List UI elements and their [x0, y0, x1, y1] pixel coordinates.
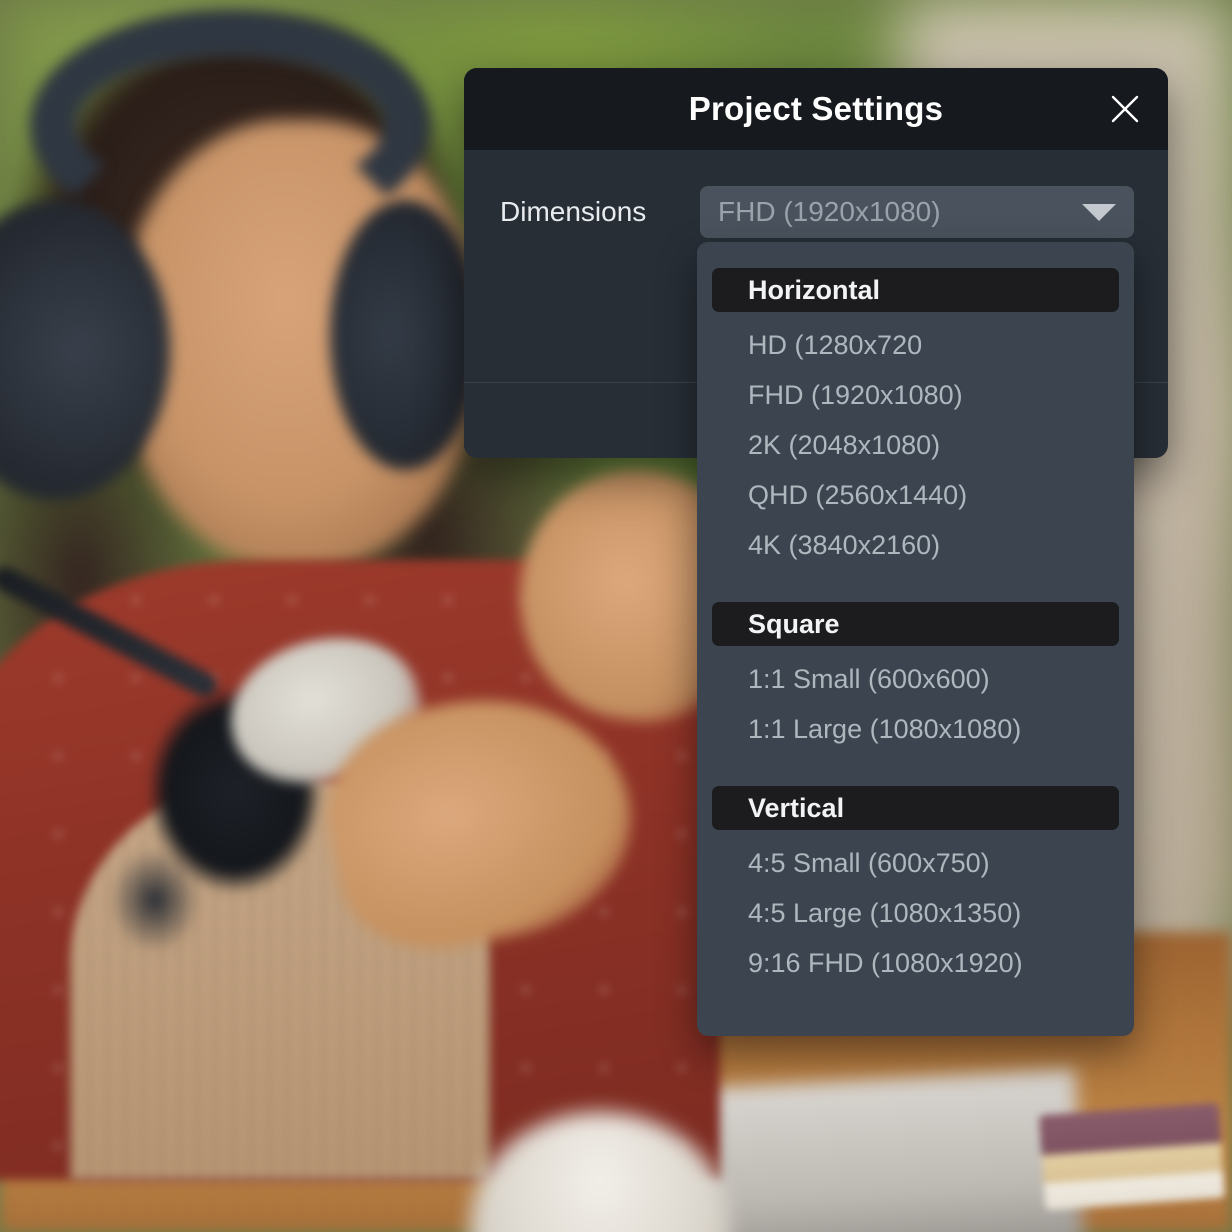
close-button[interactable] — [1102, 86, 1148, 132]
dropdown-option[interactable]: FHD (1920x1080) — [712, 370, 1119, 420]
dropdown-group-header: Vertical — [712, 786, 1119, 830]
dropdown-option[interactable]: QHD (2560x1440) — [712, 470, 1119, 520]
dropdown-option[interactable]: HD (1280x720 — [712, 320, 1119, 370]
dropdown-option[interactable]: 4K (3840x2160) — [712, 520, 1119, 570]
dropdown-option[interactable]: 1:1 Small (600x600) — [712, 654, 1119, 704]
close-icon — [1111, 95, 1139, 123]
background-books — [1038, 1102, 1226, 1211]
dimensions-dropdown-menu[interactable]: Horizontal HD (1280x720 FHD (1920x1080) 2K … — [697, 242, 1134, 1036]
chevron-down-icon — [1082, 203, 1116, 221]
dropdown-group-list: 1:1 Small (600x600) 1:1 Large (1080x1080) — [712, 646, 1119, 754]
dropdown-option[interactable]: 2K (2048x1080) — [712, 420, 1119, 470]
dropdown-group-header: Horizontal — [712, 268, 1119, 312]
dialog-header: Project Settings — [464, 68, 1168, 150]
dropdown-group-list: 4:5 Small (600x750) 4:5 Large (1080x1350)… — [712, 830, 1119, 988]
dropdown-option[interactable]: 4:5 Small (600x750) — [712, 838, 1119, 888]
dimensions-selected-value: FHD (1920x1080) — [718, 196, 941, 227]
dropdown-option[interactable]: 9:16 FHD (1080x1920) — [712, 938, 1119, 988]
dropdown-group-header: Square — [712, 602, 1119, 646]
dropdown-option[interactable]: 1:1 Large (1080x1080) — [712, 704, 1119, 754]
dropdown-group-list: HD (1280x720 FHD (1920x1080) 2K (2048x1080… — [712, 312, 1119, 570]
dimensions-label: Dimensions — [500, 196, 647, 227]
dropdown-option[interactable]: 4:5 Large (1080x1350) — [712, 888, 1119, 938]
dimensions-select[interactable]: FHD (1920x1080) — [700, 186, 1134, 238]
headphones-right-earcup — [330, 200, 480, 470]
dimensions-field-row: Dimensions FHD (1920x1080) — [500, 186, 1134, 238]
screenshot-stage: Project Settings Dimensions FHD (1920x10… — [0, 0, 1232, 1232]
headphones-headband — [30, 10, 430, 240]
dialog-title: Project Settings — [688, 90, 944, 127]
